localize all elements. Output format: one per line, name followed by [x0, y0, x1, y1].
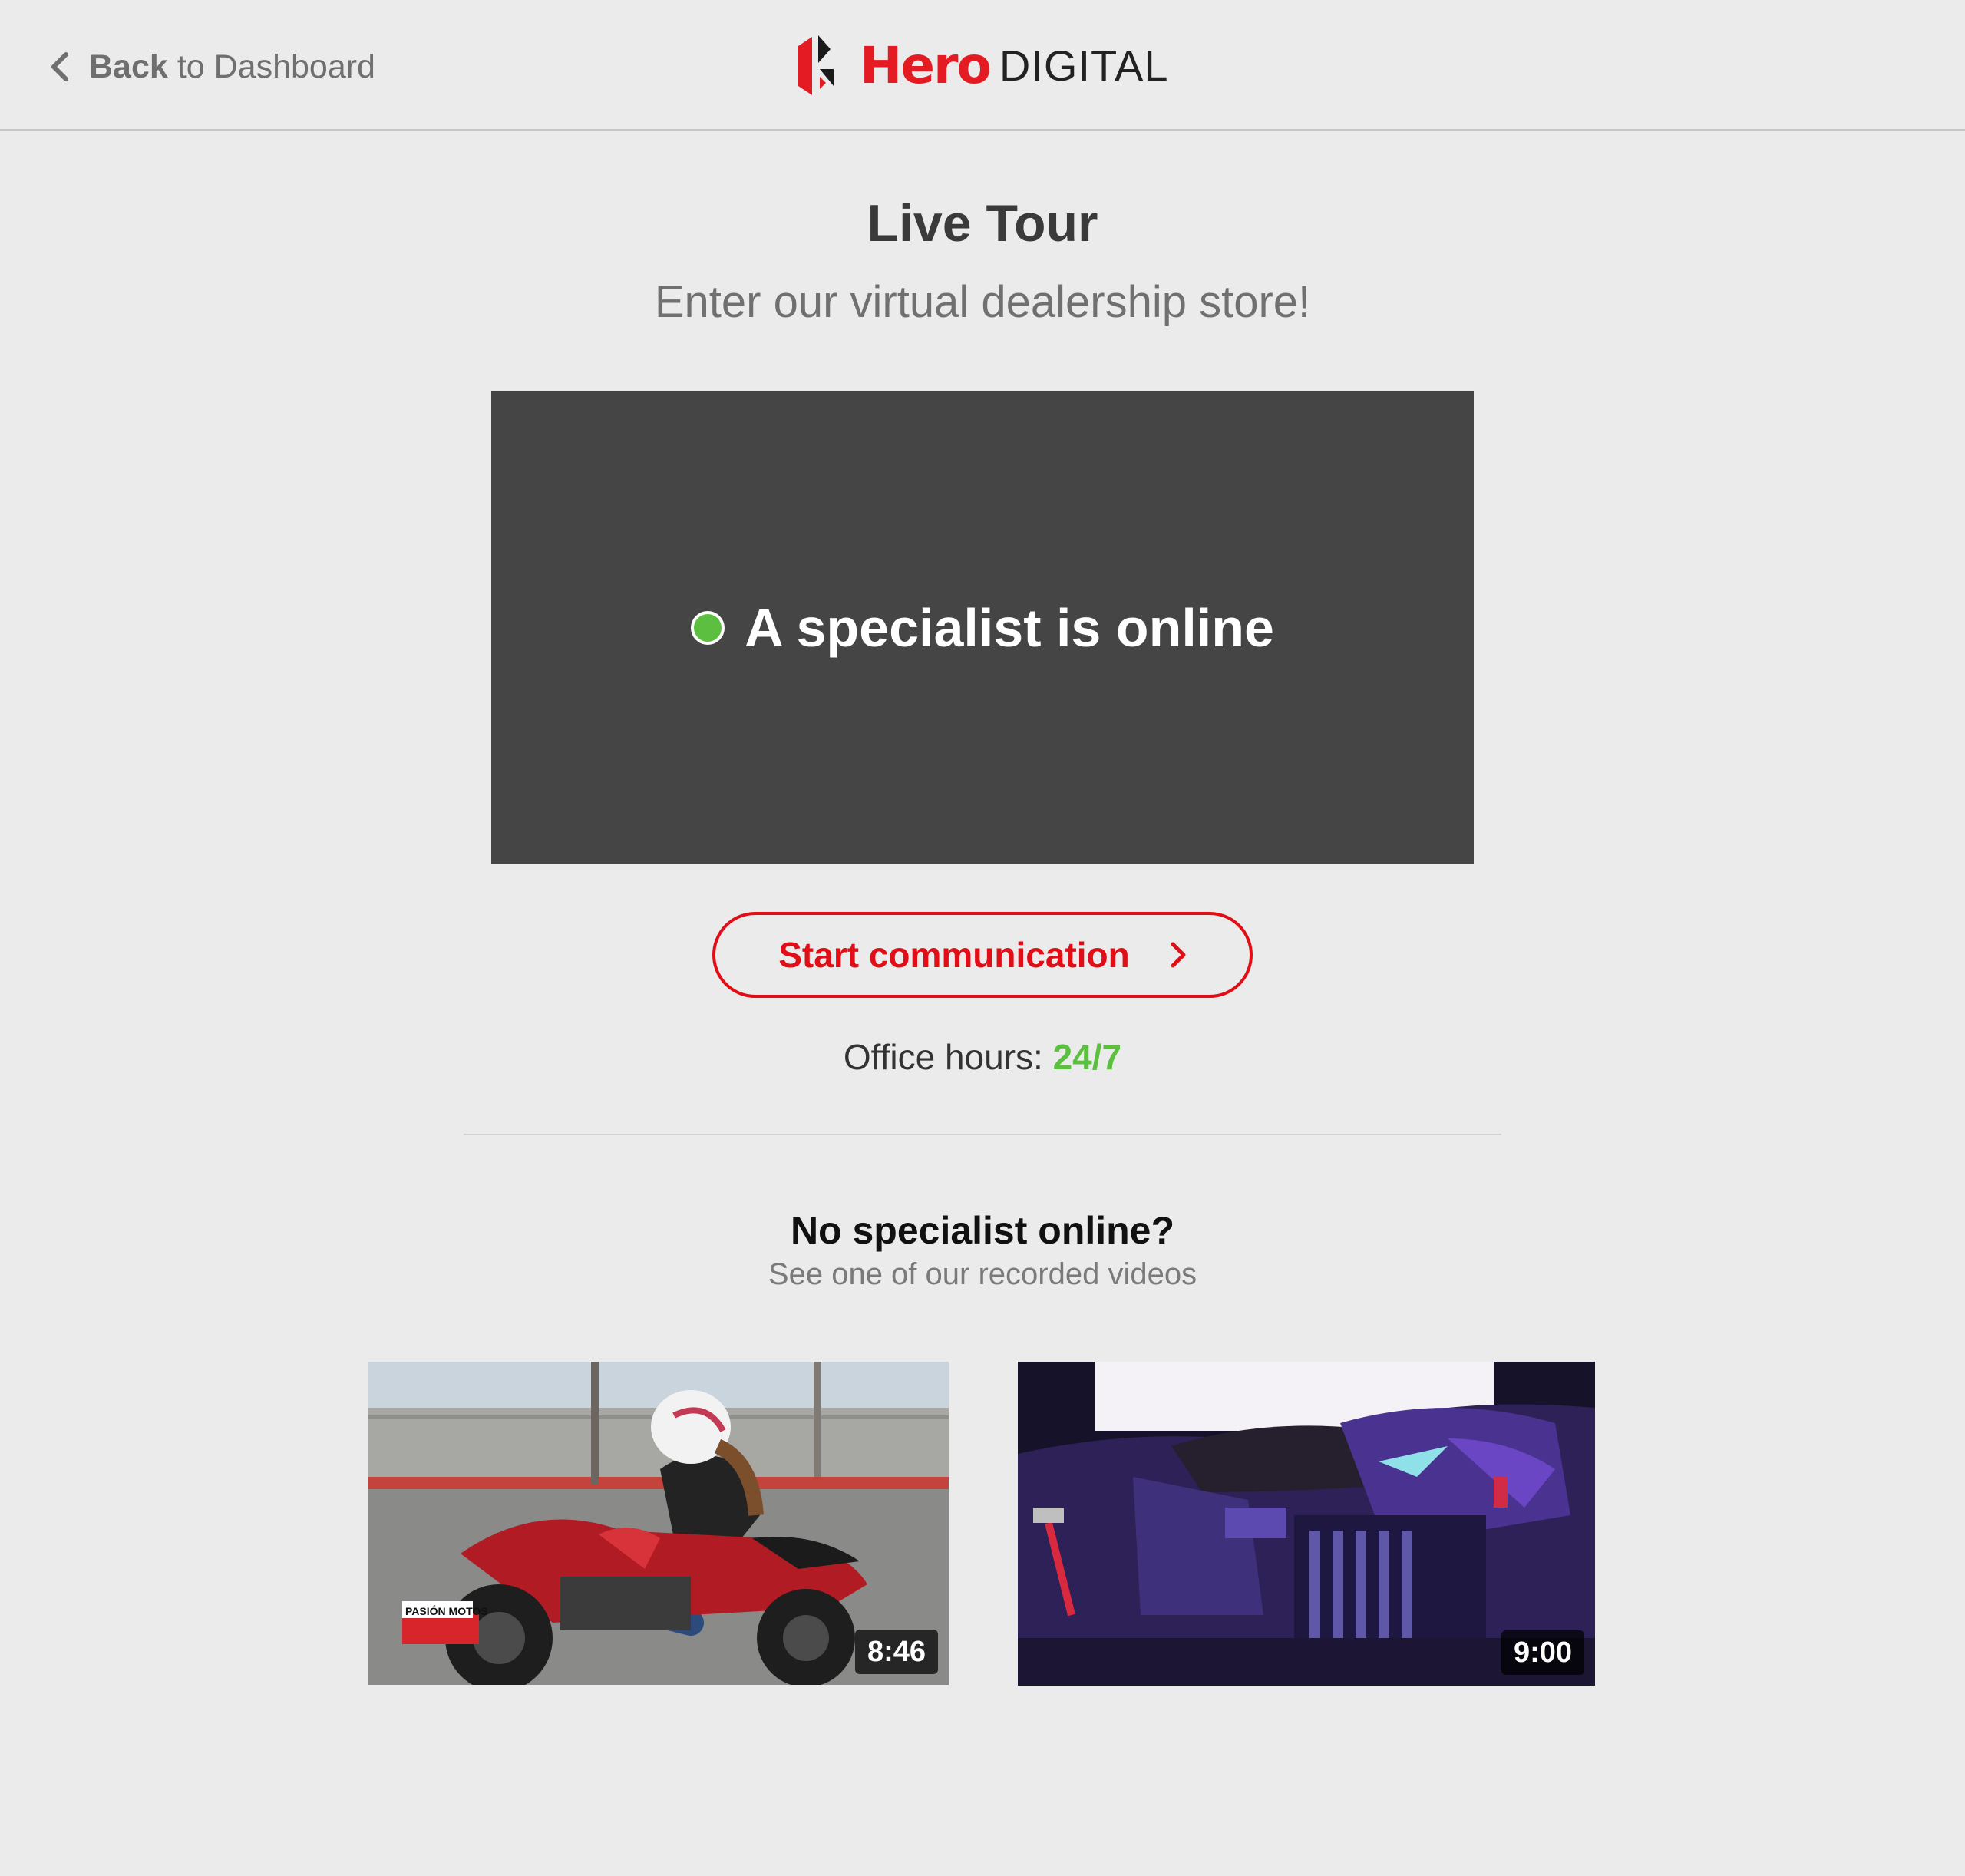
video-1-duration: 8:46	[854, 1630, 938, 1674]
office-hours-value: 24/7	[1052, 1037, 1122, 1077]
section-divider	[464, 1134, 1501, 1135]
online-dot-icon	[691, 610, 725, 645]
recorded-section-subtitle: See one of our recorded videos	[768, 1257, 1197, 1291]
video-1-channel-overlay: PASIÓN MOTOS	[405, 1604, 488, 1617]
hero-logo-mark-icon	[798, 35, 834, 95]
back-to-dashboard-link[interactable]: Back to Dashboard	[48, 40, 375, 94]
chevron-right-icon	[1171, 942, 1186, 968]
logo-digital-word: DIGITAL	[999, 41, 1169, 90]
start-communication-button[interactable]: Start communication	[712, 912, 1253, 998]
specialist-status: A specialist is online	[691, 597, 1274, 659]
chevron-left-icon	[51, 52, 68, 81]
page-subtitle: Enter our virtual dealership store!	[654, 277, 1311, 327]
video-2-duration: 9:00	[1501, 1630, 1584, 1675]
office-hours: Office hours: 24/7	[0, 1032, 1965, 1082]
video-thumbnail-2[interactable]: 9:00	[1018, 1362, 1595, 1686]
page-title: Live Tour	[867, 194, 1098, 253]
back-link-bold: Back	[89, 48, 168, 85]
back-link-text: to Dashboard	[177, 48, 375, 85]
status-text: A specialist is online	[745, 597, 1274, 658]
recorded-section-title: No specialist online?	[790, 1209, 1175, 1252]
logo-hero-word: Hero	[860, 35, 992, 95]
office-hours-label: Office hours:	[843, 1037, 1043, 1077]
hero-digital-logo[interactable]: Hero DIGITAL	[795, 32, 1169, 98]
video-thumbnail-1[interactable]: PASIÓN MOTOS 8:46	[368, 1362, 949, 1685]
top-bar: Back to Dashboard Hero DIGITAL	[0, 0, 1965, 131]
cta-label: Start communication	[778, 935, 1130, 975]
live-video-stage: A specialist is online	[491, 391, 1474, 864]
